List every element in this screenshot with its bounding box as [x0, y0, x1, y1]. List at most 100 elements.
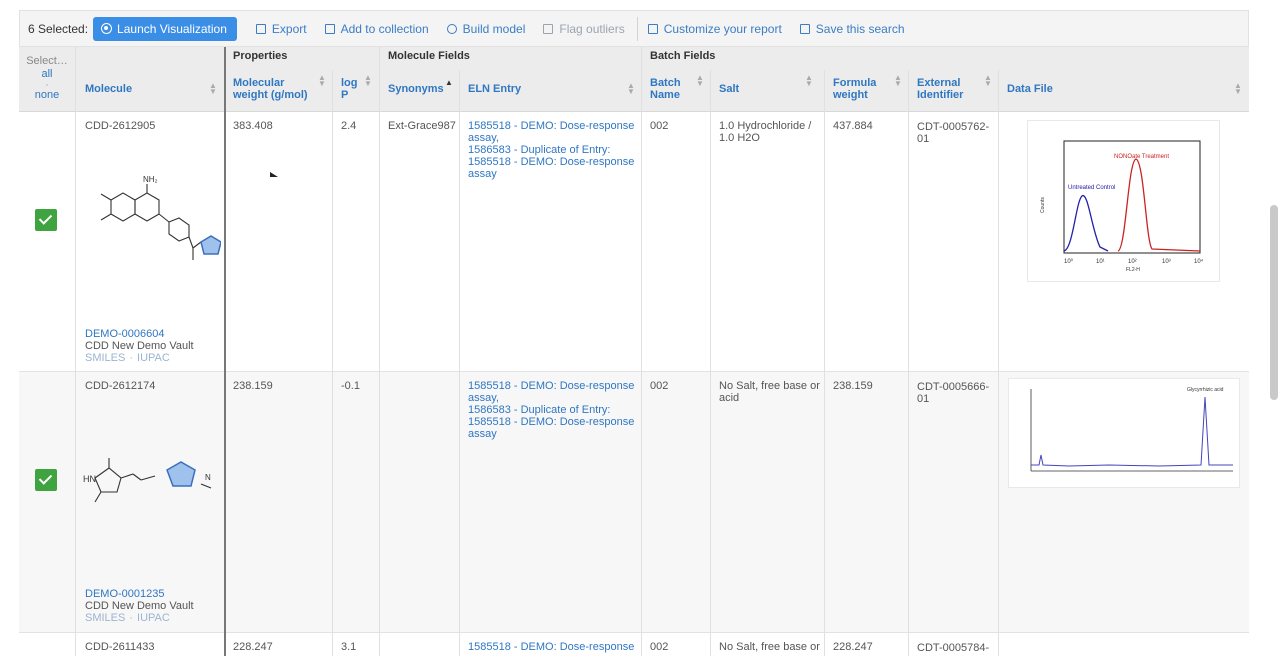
batch-name: 002 — [650, 641, 669, 653]
group-molecule-fields: Molecule Fields — [388, 50, 470, 62]
col-external-identifier[interactable]: External Identifier — [917, 77, 977, 101]
eln-entry-link[interactable]: 1585518 - DEMO: Dose-response assay — [468, 416, 638, 440]
sort-icon[interactable]: ▲ ▼ — [1234, 82, 1242, 96]
customize-report-button[interactable]: Customize your report — [647, 21, 782, 36]
synonym-value: Ext-Grace987 — [388, 120, 456, 132]
add-to-collection-button[interactable]: Add to collection — [324, 22, 429, 36]
mouse-cursor-icon — [270, 172, 278, 177]
sort-ascending-icon[interactable]: ▲ — [445, 79, 453, 87]
column-divider — [75, 47, 76, 656]
col-synonyms[interactable]: Synonyms — [388, 83, 444, 95]
flag-outliers-label: Flag outliers — [559, 21, 625, 36]
build-model-label: Build model — [462, 21, 526, 36]
plot-x-tick: 10⁴ — [1194, 258, 1204, 265]
logp-value: 3.1 — [341, 641, 357, 653]
batch-name: 002 — [650, 120, 669, 132]
demo-id-link[interactable]: DEMO-0006604 — [85, 328, 165, 340]
vertical-scrollbar[interactable] — [1270, 205, 1278, 400]
plot-label-left: Untreated Control — [1068, 185, 1115, 191]
export-icon — [255, 23, 266, 34]
formula-weight: 437.884 — [833, 120, 873, 132]
vault-name: CDD New Demo Vault — [85, 600, 194, 612]
col-logp[interactable]: log P — [341, 77, 359, 101]
flow-cytometry-plot[interactable]: NONOate Treatment Untreated Control Coun… — [1027, 120, 1220, 282]
eln-entry-link[interactable]: 1585518 - DEMO: Dose-response assay — [468, 156, 638, 180]
plot-x-tick: 10¹ — [1096, 259, 1105, 265]
column-divider — [641, 47, 642, 656]
col-eln-entry[interactable]: ELN Entry — [468, 83, 521, 95]
column-divider — [459, 70, 460, 656]
eln-entry-links: 1585518 - DEMO: Dose-response assay, 158… — [468, 380, 638, 440]
col-data-file[interactable]: Data File — [1007, 83, 1053, 95]
col-molecular-weight[interactable]: Molecular weight (g/mol) — [233, 77, 313, 101]
select-none-link[interactable]: none — [19, 89, 75, 102]
col-batch-name[interactable]: Batch Name — [650, 77, 690, 101]
save-icon — [799, 23, 810, 34]
svg-text:NH₂: NH₂ — [143, 175, 158, 184]
chromatogram-plot[interactable]: Glycyrrhizic acid — [1008, 378, 1240, 488]
vault-name: CDD New Demo Vault — [85, 340, 194, 352]
link-separator: · — [129, 612, 134, 624]
smiles-link[interactable]: SMILES — [85, 612, 125, 624]
select-label: Select… — [26, 55, 68, 67]
sort-icon[interactable]: ▲ ▼ — [894, 74, 902, 88]
customize-report-label: Customize your report — [663, 21, 782, 36]
group-properties: Properties — [233, 50, 288, 62]
molecule-structure-image[interactable]: NH₂ — [81, 170, 221, 270]
peak-label: Glycyrrhizic acid — [1187, 387, 1224, 393]
plot-x-tick: 10² — [1128, 259, 1137, 265]
structure-links: SMILES · IUPAC — [85, 612, 170, 624]
molecule-structure-image[interactable]: HN N — [81, 448, 221, 518]
table-header: Select… all · none Properties Molecule F… — [19, 47, 1249, 112]
build-model-button[interactable]: Build model — [446, 21, 526, 36]
batch-name: 002 — [650, 380, 669, 392]
selected-count: 6 Selected: — [28, 21, 89, 36]
iupac-link[interactable]: IUPAC — [137, 612, 170, 624]
external-identifier: CDT-0005666-01 — [917, 381, 990, 405]
save-search-label: Save this search — [815, 21, 905, 36]
demo-id-link[interactable]: DEMO-0001235 — [85, 588, 165, 600]
sort-icon[interactable]: ▲ ▼ — [318, 74, 326, 88]
launch-visualization-button[interactable]: Launch Visualization — [93, 16, 237, 41]
external-identifier: CDT-0005784- — [917, 642, 990, 654]
save-search-button[interactable]: Save this search — [799, 21, 905, 36]
sort-icon[interactable]: ▲ ▼ — [805, 74, 813, 88]
eln-entry-link[interactable]: 1586583 - Duplicate of Entry: — [468, 144, 638, 156]
external-identifier: CDT-0005762-01 — [917, 121, 990, 145]
cdd-id: CDD-2612174 — [85, 380, 156, 392]
plot-x-label: FL2-H — [1126, 267, 1140, 273]
molecular-weight: 228.247 — [233, 641, 273, 653]
smiles-link[interactable]: SMILES — [85, 352, 125, 364]
col-salt[interactable]: Salt — [719, 83, 739, 95]
eln-entry-link[interactable]: 1585518 - DEMO: Dose-response — [468, 641, 638, 653]
model-icon — [446, 23, 457, 34]
eln-entry-link[interactable]: 1586583 - Duplicate of Entry: — [468, 404, 638, 416]
logp-value: -0.1 — [341, 380, 360, 392]
column-divider — [224, 47, 226, 656]
launch-visualization-label: Launch Visualization — [117, 21, 227, 36]
sort-icon[interactable]: ▲ ▼ — [209, 82, 217, 96]
plot-label-right: NONOate Treatment — [1114, 154, 1169, 160]
plot-x-tick: 10⁰ — [1064, 258, 1074, 265]
molecular-weight: 383.408 — [233, 120, 273, 132]
collection-icon — [324, 23, 335, 34]
table-row: CDD-2612905 NH₂ DEMO-0006604 CDD New Dem… — [19, 112, 1249, 372]
row-checkbox[interactable] — [35, 469, 57, 491]
sort-icon[interactable]: ▲ ▼ — [696, 74, 704, 88]
row-checkbox[interactable] — [35, 209, 57, 231]
formula-weight: 238.159 — [833, 380, 873, 392]
logp-value: 2.4 — [341, 120, 357, 132]
cdd-id: CDD-2611433 — [85, 641, 155, 653]
toolbar-divider — [636, 16, 638, 41]
iupac-link[interactable]: IUPAC — [137, 352, 170, 364]
export-button[interactable]: Export — [255, 22, 307, 36]
salt-value: No Salt, free base or acid — [719, 380, 820, 404]
sort-icon[interactable]: ▲ ▼ — [364, 74, 372, 88]
flag-outliers-button[interactable]: Flag outliers — [543, 21, 625, 36]
col-molecule[interactable]: Molecule — [85, 83, 132, 95]
eln-entry-link[interactable]: 1585518 - DEMO: Dose-response assay, — [468, 120, 638, 144]
eln-entry-link[interactable]: 1585518 - DEMO: Dose-response assay, — [468, 380, 638, 404]
sort-icon[interactable]: ▲ ▼ — [627, 82, 635, 96]
col-formula-weight[interactable]: Formula weight — [833, 77, 883, 101]
sort-icon[interactable]: ▲ ▼ — [984, 74, 992, 88]
